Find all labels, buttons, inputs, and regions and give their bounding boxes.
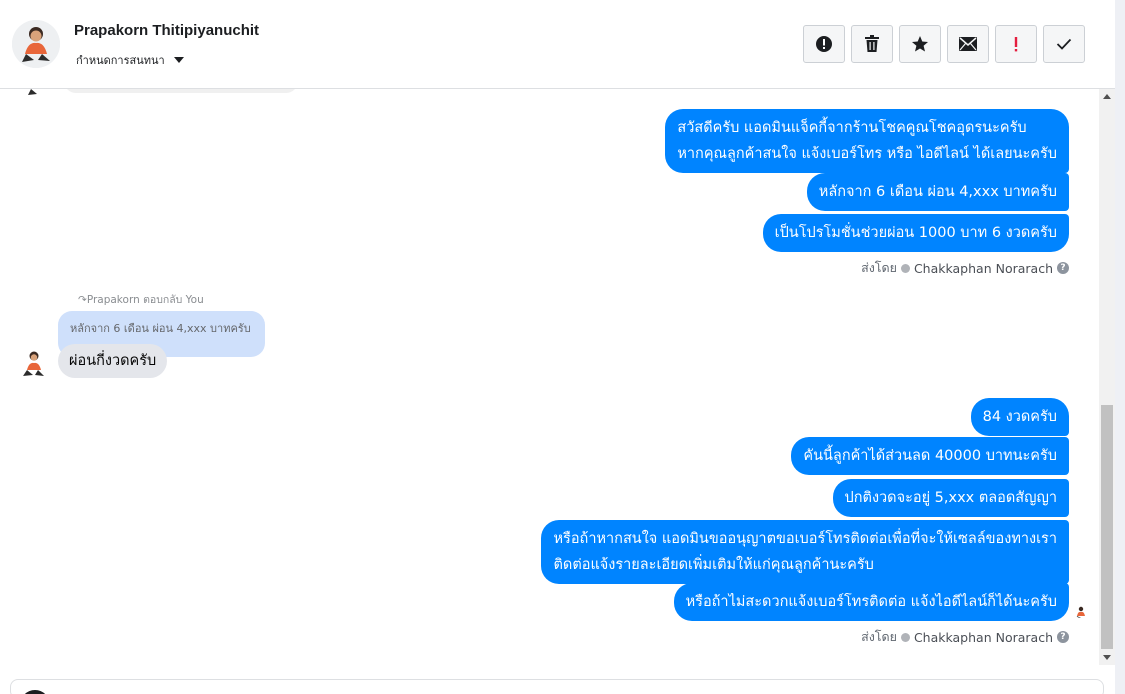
message-line: หรือถ้าหากสนใจ แอดมินขออนุญาตขอเบอร์โทรต… bbox=[553, 531, 1057, 547]
message-line: ปกติงวดจะอยู่ 5,xxx ตลอดสัญญา bbox=[844, 490, 1057, 506]
scrollbar-thumb[interactable] bbox=[1101, 405, 1113, 649]
outgoing-message[interactable]: หรือถ้าหากสนใจ แอดมินขออนุญาตขอเบอร์โทรต… bbox=[541, 520, 1069, 584]
spam-button[interactable] bbox=[803, 25, 845, 63]
quoted-text: หลักจาก 6 เดือน ผ่อน 4,xxx บาทครับ bbox=[70, 322, 251, 335]
trash-icon bbox=[865, 35, 879, 52]
message-line: หลักจาก 6 เดือน ผ่อน 4,xxx บาทครับ bbox=[818, 184, 1057, 200]
previous-message-bubble bbox=[64, 89, 298, 93]
assign-label: กำหนดการสนทนา bbox=[76, 54, 165, 67]
caret-down-icon bbox=[173, 57, 184, 63]
outgoing-message[interactable]: คันนี้ลูกค้าได้ส่วนลด 40000 บาทนะครับ bbox=[791, 437, 1069, 475]
reply-label-text: Prapakorn ตอบกลับ You bbox=[86, 294, 204, 306]
mark-unread-button[interactable] bbox=[947, 25, 989, 63]
outgoing-message[interactable]: สวัสดีครับ แอดมินแจ็คกี้จากร้านโชคคูณโชค… bbox=[665, 109, 1069, 173]
contact-avatar-small bbox=[22, 89, 54, 99]
agent-name[interactable]: Chakkaphan Norarach bbox=[914, 630, 1053, 645]
outgoing-message[interactable]: หลักจาก 6 เดือน ผ่อน 4,xxx บาทครับ bbox=[806, 173, 1069, 211]
agent-status-icon bbox=[900, 263, 910, 273]
incoming-message[interactable]: ผ่อนกี่งวดครับ bbox=[58, 344, 168, 378]
message-line: เป็นโปรโมชั่นช่วยผ่อน 1000 บาท 6 งวดครับ bbox=[774, 225, 1057, 241]
exclamation-icon bbox=[1014, 37, 1018, 52]
envelope-icon bbox=[959, 37, 977, 51]
contact-name[interactable]: Prapakorn Thitipiyanuchit bbox=[74, 22, 259, 39]
contact-avatar[interactable] bbox=[12, 20, 60, 68]
alert-circle-icon bbox=[816, 36, 832, 52]
message-line: ติดต่อแจ้งรายละเอียดเพิ่มเติมให้แก่คุณลู… bbox=[553, 557, 874, 573]
seen-avatar-icon bbox=[1074, 604, 1088, 618]
outgoing-message[interactable]: ปกติงวดจะอยู่ 5,xxx ตลอดสัญญา bbox=[832, 479, 1069, 517]
inbox-conversation: Prapakorn Thitipiyanuchit กำหนดการสนทนา bbox=[0, 0, 1125, 694]
conversation-toolbar bbox=[803, 25, 1085, 63]
delete-button[interactable] bbox=[851, 25, 893, 63]
message-line: คันนี้ลูกค้าได้ส่วนลด 40000 บาทนะครับ bbox=[803, 448, 1057, 464]
follow-up-button[interactable] bbox=[995, 25, 1037, 63]
outgoing-message[interactable]: 84 งวดครับ bbox=[970, 398, 1069, 436]
message-composer[interactable] bbox=[10, 679, 1104, 694]
outgoing-message[interactable]: หรือถ้าไม่สะดวกแจ้งเบอร์โทรติดต่อ แจ้งไอ… bbox=[673, 583, 1069, 621]
message-thread[interactable]: สวัสดีครับ แอดมินแจ็คกี้จากร้านโชคคูณโชค… bbox=[0, 89, 1098, 667]
message-line: 84 งวดครับ bbox=[982, 409, 1057, 425]
outgoing-message[interactable]: เป็นโปรโมชั่นช่วยผ่อน 1000 บาท 6 งวดครับ bbox=[762, 214, 1069, 252]
help-icon[interactable]: ? bbox=[1057, 631, 1069, 643]
message-line: ผ่อนกี่งวดครับ bbox=[69, 353, 157, 369]
message-line: หรือถ้าไม่สะดวกแจ้งเบอร์โทรติดต่อ แจ้งไอ… bbox=[685, 594, 1057, 610]
scroll-up-arrow-icon[interactable] bbox=[1103, 94, 1111, 99]
sent-by-text: ส่งโดย bbox=[861, 260, 897, 275]
right-edge-panel bbox=[1115, 0, 1125, 694]
agent-status-icon bbox=[900, 632, 910, 642]
contact-avatar-small bbox=[18, 348, 50, 380]
message-line: หากคุณลูกค้าสนใจ แจ้งเบอร์โทร หรือ ไอดีไ… bbox=[677, 146, 1057, 162]
reply-arrow-icon: ↷ bbox=[78, 294, 87, 306]
help-icon[interactable]: ? bbox=[1057, 262, 1069, 274]
conversation-header: Prapakorn Thitipiyanuchit กำหนดการสนทนา bbox=[0, 0, 1115, 89]
sent-by-label: ส่งโดย Chakkaphan Norarach ? bbox=[861, 258, 1069, 278]
scroll-down-arrow-icon[interactable] bbox=[1103, 655, 1111, 660]
sent-by-text: ส่งโดย bbox=[861, 629, 897, 644]
mark-done-button[interactable] bbox=[1043, 25, 1085, 63]
star-button[interactable] bbox=[899, 25, 941, 63]
agent-name[interactable]: Chakkaphan Norarach bbox=[914, 261, 1053, 276]
star-icon bbox=[912, 36, 928, 52]
message-line: สวัสดีครับ แอดมินแจ็คกี้จากร้านโชคคูณโชค… bbox=[677, 120, 1027, 136]
sent-by-label: ส่งโดย Chakkaphan Norarach ? bbox=[861, 627, 1069, 647]
assign-conversation-dropdown[interactable]: กำหนดการสนทนา bbox=[76, 51, 184, 69]
reply-indicator: ↷Prapakorn ตอบกลับ You bbox=[78, 291, 204, 308]
thread-scrollbar[interactable] bbox=[1099, 89, 1115, 665]
check-icon bbox=[1056, 38, 1072, 50]
